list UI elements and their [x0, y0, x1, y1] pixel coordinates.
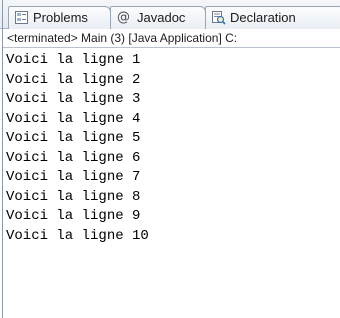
console-line: Voici la ligne 4: [6, 110, 141, 127]
declaration-icon: [211, 10, 226, 25]
console-line: Voici la ligne 7: [6, 169, 141, 185]
javadoc-icon: @: [117, 10, 130, 25]
tab-problems-label: Problems: [33, 10, 88, 25]
tab-javadoc-label: Javadoc: [137, 10, 186, 25]
console-line: Voici la ligne 1: [6, 52, 141, 68]
tab-declaration-label: Declaration: [230, 10, 296, 25]
console-view: Problems @ Javadoc Declaration <terminat…: [0, 0, 340, 318]
tab-javadoc[interactable]: @ Javadoc: [110, 6, 206, 29]
console-line: Voici la ligne 5: [6, 130, 141, 146]
console-output[interactable]: Voici la ligne 1 Voici la ligne 2 Voici la…: [3, 48, 340, 318]
console-line: Voici la ligne 9: [6, 208, 141, 224]
console-line: Voici la ligne 2: [6, 71, 141, 88]
console-line: Voici la ligne 8: [6, 188, 141, 205]
console-status-line: <terminated> Main (3) [Java Application]…: [3, 29, 340, 48]
console-line: Voici la ligne 10: [6, 227, 149, 244]
view-tab-bar: Problems @ Javadoc Declaration: [0, 0, 340, 29]
console-line: Voici la ligne 6: [6, 149, 141, 166]
console-line: Voici la ligne 3: [6, 91, 141, 107]
tab-problems[interactable]: Problems: [8, 6, 111, 29]
tab-declaration[interactable]: Declaration: [205, 6, 340, 29]
problems-icon: [14, 10, 29, 25]
